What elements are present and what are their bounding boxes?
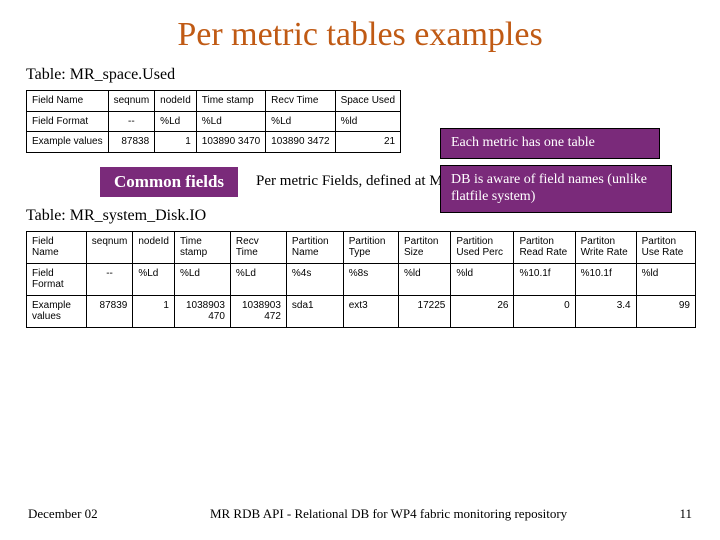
cell: -- <box>108 111 155 132</box>
cell: 0 <box>514 295 575 327</box>
footer-page: 11 <box>679 506 692 522</box>
cell: %Ld <box>196 111 265 132</box>
cell: Example values <box>27 295 87 327</box>
cell: 103890 3470 <box>196 132 265 153</box>
cell: Recv Time <box>230 231 286 263</box>
cell: %Ld <box>174 263 230 295</box>
cell: Space Used <box>335 91 400 112</box>
cell: seqnum <box>86 231 133 263</box>
cell: 1 <box>155 132 197 153</box>
cell: 99 <box>636 295 695 327</box>
slide-title: Per metric tables examples <box>20 16 700 54</box>
table-row: Field Name seqnum nodeId Time stamp Recv… <box>27 91 401 112</box>
table-row: Example values 87838 1 103890 3470 10389… <box>27 132 401 153</box>
cell: 87838 <box>108 132 155 153</box>
cell: %4s <box>286 263 343 295</box>
cell: 1038903 470 <box>174 295 230 327</box>
table-row: Field Format -- %Ld %Ld %Ld %4s %8s %ld … <box>27 263 696 295</box>
cell: Field Format <box>27 111 109 132</box>
cell: Time stamp <box>196 91 265 112</box>
cell: Field Name <box>27 91 109 112</box>
cell: %Ld <box>133 263 175 295</box>
cell: Field Format <box>27 263 87 295</box>
footer: December 02 MR RDB API - Relational DB f… <box>0 506 720 522</box>
slide: Per metric tables examples Table: MR_spa… <box>0 0 720 328</box>
common-fields-badge: Common fields <box>100 167 238 197</box>
cell: -- <box>86 263 133 295</box>
cell: seqnum <box>108 91 155 112</box>
cell: ext3 <box>343 295 398 327</box>
cell: 87839 <box>86 295 133 327</box>
cell: Partition Used Perc <box>451 231 514 263</box>
cell: 1038903 472 <box>230 295 286 327</box>
table-row: Field Format -- %Ld %Ld %Ld %ld <box>27 111 401 132</box>
cell: %ld <box>335 111 400 132</box>
cell: %ld <box>451 263 514 295</box>
cell: nodeId <box>133 231 175 263</box>
cell: %8s <box>343 263 398 295</box>
cell: Partiton Write Rate <box>575 231 636 263</box>
cell: Partiton Read Rate <box>514 231 575 263</box>
callout-db-aware: DB is aware of field names (unlike flatf… <box>440 165 672 213</box>
callout-one-table: Each metric has one table <box>440 128 660 159</box>
cell: %Ld <box>230 263 286 295</box>
cell: 26 <box>451 295 514 327</box>
cell: sda1 <box>286 295 343 327</box>
cell: Partiton Use Rate <box>636 231 695 263</box>
cell: 1 <box>133 295 175 327</box>
cell: %10.1f <box>514 263 575 295</box>
cell: %ld <box>636 263 695 295</box>
cell: 103890 3472 <box>266 132 335 153</box>
cell: Example values <box>27 132 109 153</box>
cell: 21 <box>335 132 400 153</box>
cell: Partiton Size <box>398 231 450 263</box>
cell: Partition Type <box>343 231 398 263</box>
cell: %Ld <box>155 111 197 132</box>
cell: Recv Time <box>266 91 335 112</box>
table-row: Field Name seqnum nodeId Time stamp Recv… <box>27 231 696 263</box>
cell: nodeId <box>155 91 197 112</box>
table1: Field Name seqnum nodeId Time stamp Recv… <box>26 90 401 153</box>
table2: Field Name seqnum nodeId Time stamp Recv… <box>26 231 696 328</box>
footer-title: MR RDB API - Relational DB for WP4 fabri… <box>210 506 567 522</box>
footer-date: December 02 <box>28 506 98 522</box>
cell: Time stamp <box>174 231 230 263</box>
cell: %Ld <box>266 111 335 132</box>
cell: 3.4 <box>575 295 636 327</box>
table1-label: Table: MR_space.Used <box>26 66 700 84</box>
table-row: Example values 87839 1 1038903 470 10389… <box>27 295 696 327</box>
cell: Partition Name <box>286 231 343 263</box>
cell: %ld <box>398 263 450 295</box>
cell: %10.1f <box>575 263 636 295</box>
cell: 17225 <box>398 295 450 327</box>
cell: Field Name <box>27 231 87 263</box>
